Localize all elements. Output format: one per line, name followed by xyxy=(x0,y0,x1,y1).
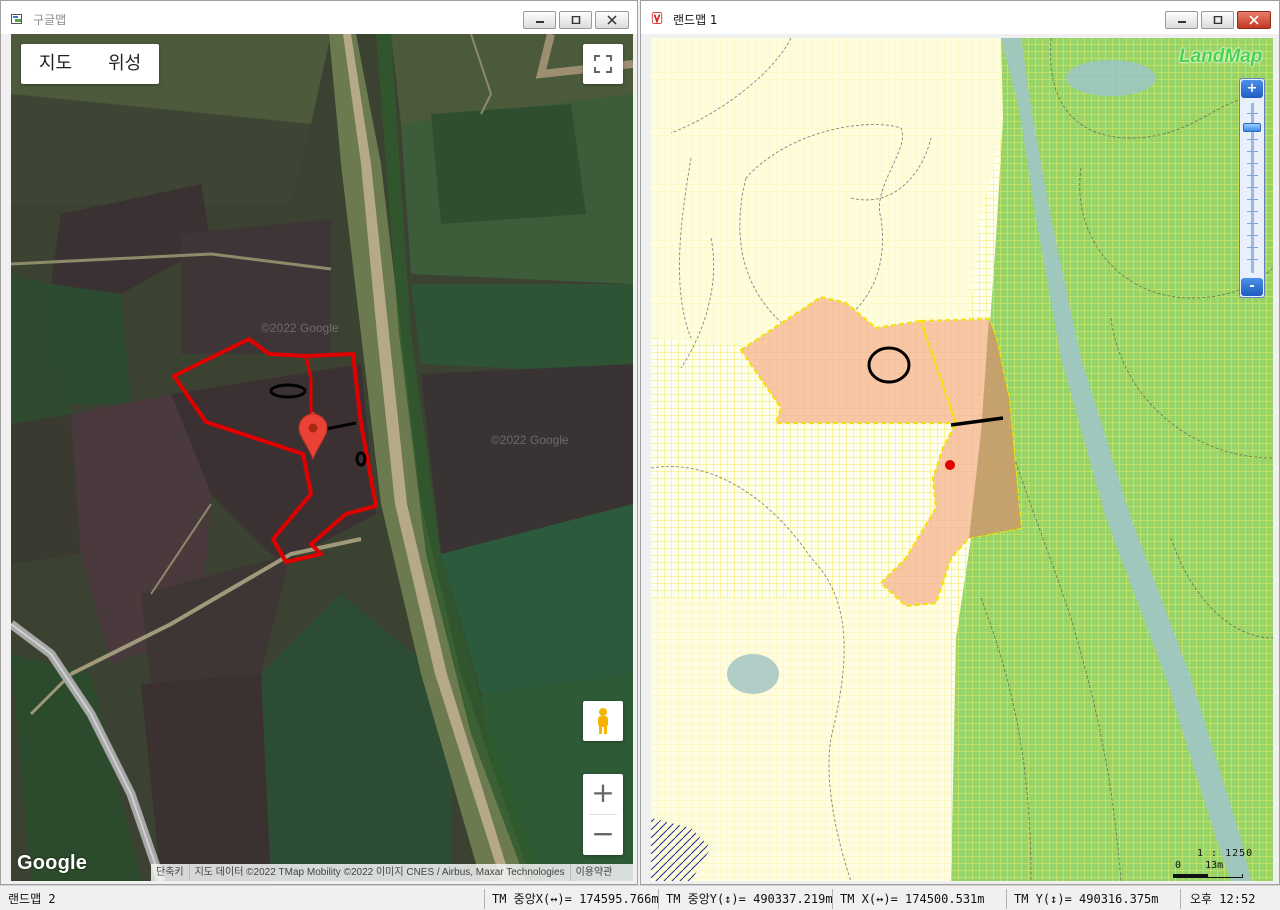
close-button[interactable] xyxy=(1237,11,1271,29)
zoom-tick xyxy=(1247,175,1258,176)
zoom-slider: + - xyxy=(1239,78,1265,298)
cadastral-map-base xyxy=(651,38,1273,881)
zoom-tick xyxy=(1247,163,1258,164)
zoom-tick xyxy=(1247,139,1258,140)
landmap-app-icon xyxy=(651,12,663,24)
window-title: 랜드맵 1 xyxy=(673,13,718,27)
zoom-tick xyxy=(1247,259,1258,260)
status-separator xyxy=(832,889,833,909)
status-tm-x: TM X(↔)= 174500.531m xyxy=(840,892,985,906)
zoom-tick xyxy=(1247,211,1258,212)
app-icon xyxy=(11,14,22,24)
map-type-satellite[interactable]: 위성 xyxy=(90,44,159,84)
fullscreen-icon xyxy=(594,55,612,73)
status-separator xyxy=(1006,889,1007,909)
status-tm-y: TM Y(↕)= 490316.375m xyxy=(1014,892,1159,906)
fullscreen-button[interactable] xyxy=(583,44,623,84)
google-logo: Google xyxy=(17,852,88,874)
zoom-in-button[interactable]: + xyxy=(583,774,623,814)
cadastral-map[interactable]: LandMap + - 1 : 1250 0 13m xyxy=(651,38,1273,881)
maximize-icon xyxy=(571,16,580,24)
pegman-icon xyxy=(598,708,608,734)
shortcuts-link[interactable]: 단축키 xyxy=(151,864,189,881)
zoom-out-button[interactable]: − xyxy=(583,815,623,855)
zoom-tick xyxy=(1247,199,1258,200)
status-tm-center-y: TM 중앙Y(↕)= 490337.219m xyxy=(666,892,833,906)
minimize-button[interactable] xyxy=(1165,11,1198,29)
attribution-bar: 단축키 지도 데이터 ©2022 TMap Mobility ©2022 이미지… xyxy=(151,864,633,881)
terms-link[interactable]: 이용약관 xyxy=(569,864,618,881)
title-bar[interactable]: 랜드맵 1 xyxy=(641,1,1279,34)
zoom-tick xyxy=(1247,235,1258,236)
satellite-imagery: ©2022 Google ©2022 Google xyxy=(11,34,633,881)
status-separator xyxy=(1180,889,1181,909)
zoom-tick xyxy=(1247,187,1258,188)
close-button[interactable] xyxy=(595,11,629,29)
maximize-icon xyxy=(1213,16,1222,24)
minimize-icon xyxy=(1177,21,1186,23)
status-bar: 랜드맵 2 TM 중앙X(↔)= 174595.766m TM 중앙Y(↕)= … xyxy=(0,885,1280,910)
map-type-roadmap[interactable]: 지도 xyxy=(21,44,90,84)
landmap-logo: LandMap xyxy=(1179,46,1263,67)
status-separator xyxy=(658,889,659,909)
zoom-thumb[interactable] xyxy=(1243,123,1261,132)
scale-bar xyxy=(1173,874,1243,878)
zoom-control: + − xyxy=(583,774,623,855)
status-window-name: 랜드맵 2 xyxy=(8,892,56,906)
google-map-window: 구글맵 ©2022 Google ©2022 Google 지도 위성 + − … xyxy=(0,0,638,885)
scale-ratio: 1 : 1250 xyxy=(1197,848,1254,859)
zoom-tick xyxy=(1247,151,1258,152)
window-title: 구글맵 xyxy=(33,13,67,27)
minimize-icon xyxy=(535,21,544,23)
scale-bar-segment xyxy=(1174,874,1208,877)
status-separator xyxy=(484,889,485,909)
satellite-map[interactable]: ©2022 Google ©2022 Google 지도 위성 + − Goog… xyxy=(11,34,633,881)
map-data-credit: 지도 데이터 ©2022 TMap Mobility ©2022 이미지 CNE… xyxy=(188,864,570,881)
zoom-tick xyxy=(1247,247,1258,248)
close-icon xyxy=(607,15,617,25)
zoom-tick xyxy=(1247,223,1258,224)
zoom-in-button[interactable]: + xyxy=(1241,80,1263,98)
close-icon xyxy=(1249,15,1259,25)
title-bar[interactable]: 구글맵 xyxy=(1,1,637,34)
zoom-tick xyxy=(1247,113,1258,114)
scale-bar-label: 0 13m xyxy=(1175,860,1224,871)
street-view-button[interactable] xyxy=(583,701,623,741)
marker-dot[interactable] xyxy=(945,460,955,470)
maximize-button[interactable] xyxy=(559,11,592,29)
zoom-out-button[interactable]: - xyxy=(1241,278,1263,296)
maximize-button[interactable] xyxy=(1201,11,1234,29)
map-type-control: 지도 위성 xyxy=(21,44,160,84)
status-clock: 오후 12:52 xyxy=(1190,892,1256,906)
minimize-button[interactable] xyxy=(523,11,556,29)
status-tm-center-x: TM 중앙X(↔)= 174595.766m xyxy=(492,892,659,906)
landmap-window: 랜드맵 1 LandMap + - 1: 1250 0 13m xyxy=(640,0,1280,885)
map-watermark: ©2022 Google xyxy=(491,433,569,447)
map-watermark: ©2022 Google xyxy=(261,321,339,335)
